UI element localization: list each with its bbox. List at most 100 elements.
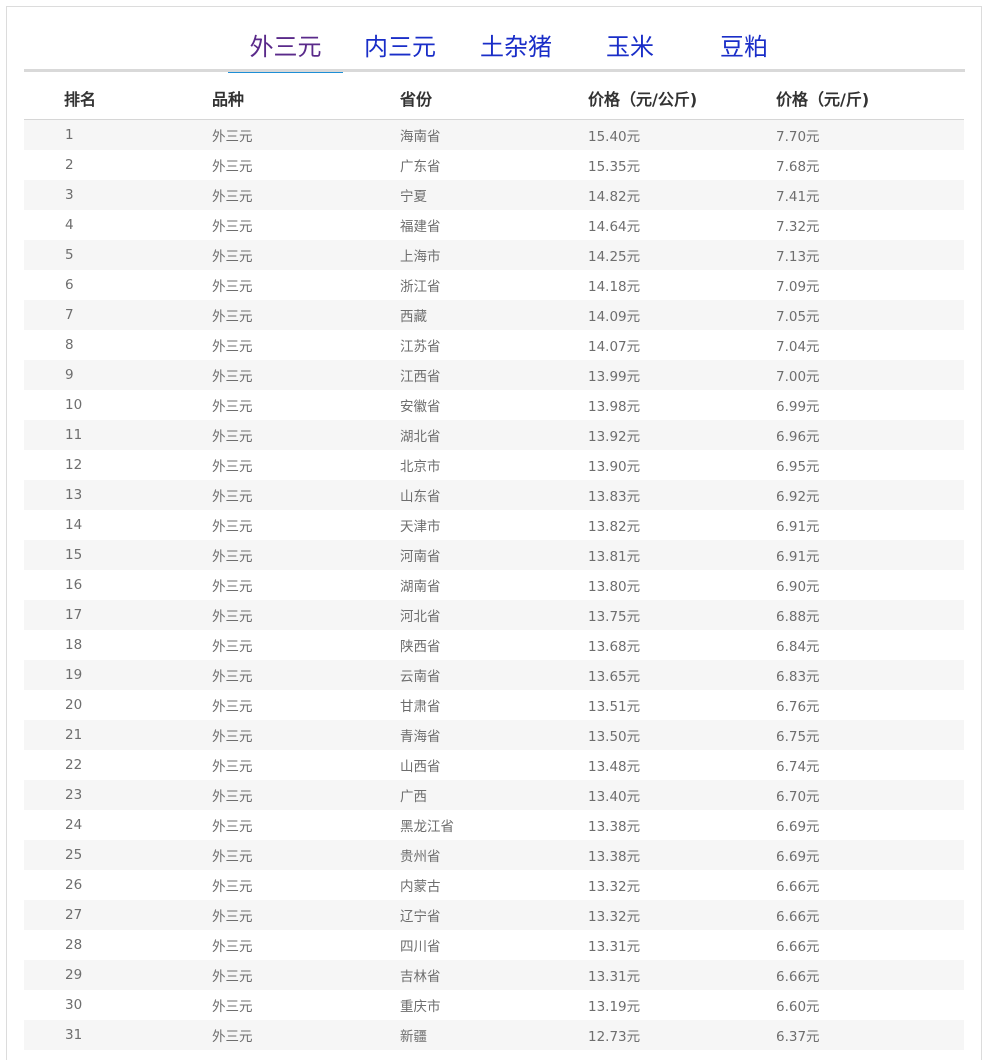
tab-label: 内三元 [364, 33, 436, 61]
tab-yu-mi[interactable]: 玉米 [594, 28, 666, 72]
cell-variety: 外三元 [212, 459, 253, 475]
cell-rank: 6 [65, 277, 74, 293]
cell-rank: 5 [24, 240, 212, 270]
cell-price-per-kg: 14.25元 [588, 240, 776, 270]
cell-price-per-jin: 6.66元 [776, 939, 820, 955]
cell-variety: 外三元 [212, 339, 253, 355]
cell-price-per-kg: 13.50元 [588, 720, 776, 750]
cell-variety: 外三元 [212, 279, 253, 295]
tab-nei-san-yuan[interactable]: 内三元 [354, 28, 446, 72]
cell-price-per-jin: 6.76元 [776, 699, 820, 715]
cell-province: 北京市 [400, 459, 441, 475]
table-row: 21 外三元 青海省 13.50元 6.75元 [24, 720, 964, 750]
table-row: 31 外三元 新疆 12.73元 6.37元 [24, 1020, 964, 1050]
table-row: 19 外三元 云南省 13.65元 6.83元 [24, 660, 964, 690]
cell-price-per-jin: 7.41元 [776, 180, 964, 210]
table-row: 29 外三元 吉林省 13.31元 6.66元 [24, 960, 964, 990]
cell-province: 河南省 [400, 540, 588, 570]
cell-rank: 18 [65, 637, 83, 653]
cell-variety: 外三元 [212, 879, 253, 895]
cell-rank: 19 [24, 660, 212, 690]
cell-variety: 外三元 [212, 159, 253, 175]
cell-price-per-jin: 7.13元 [776, 240, 964, 270]
category-tabs: 外三元 内三元 土杂猪 玉米 豆粕 [24, 22, 965, 73]
table-header-row: 排名 品种 省份 价格（元/公斤) 价格（元/斤) [24, 77, 964, 120]
cell-price-per-jin: 7.09元 [776, 279, 820, 295]
cell-variety: 外三元 [212, 399, 253, 415]
cell-province: 安徽省 [400, 399, 441, 415]
cell-rank: 25 [24, 840, 212, 870]
header-rank: 排名 [24, 77, 212, 120]
cell-price-per-kg: 13.48元 [588, 759, 641, 775]
table-row: 12 外三元 北京市 13.90元 6.95元 [24, 450, 964, 480]
cell-variety: 外三元 [212, 420, 400, 450]
cell-price-per-kg: 14.82元 [588, 180, 776, 210]
cell-price-per-jin: 6.91元 [776, 519, 820, 535]
table-row: 22 外三元 山西省 13.48元 6.74元 [24, 750, 964, 780]
cell-price-per-jin: 7.04元 [776, 339, 820, 355]
tab-tu-za-zhu[interactable]: 土杂猪 [470, 28, 562, 72]
table-row: 6 外三元 浙江省 14.18元 7.09元 [24, 270, 964, 300]
header-price-per-jin: 价格（元/斤) [776, 77, 964, 120]
cell-price-per-kg: 13.40元 [588, 780, 776, 810]
cell-price-per-kg: 15.35元 [588, 159, 641, 175]
cell-rank: 12 [65, 457, 83, 473]
cell-price-per-kg: 13.82元 [588, 519, 641, 535]
cell-province: 广西 [400, 780, 588, 810]
cell-price-per-jin: 6.95元 [776, 459, 820, 475]
cell-price-per-jin: 7.32元 [776, 219, 820, 235]
table-row: 5 外三元 上海市 14.25元 7.13元 [24, 240, 964, 270]
cell-rank: 23 [24, 780, 212, 810]
cell-variety: 外三元 [212, 900, 400, 930]
cell-price-per-kg: 14.64元 [588, 219, 641, 235]
cell-variety: 外三元 [212, 219, 253, 235]
cell-variety: 外三元 [212, 240, 400, 270]
table-row: 2 外三元 广东省 15.35元 7.68元 [24, 150, 964, 180]
cell-province: 湖南省 [400, 579, 441, 595]
cell-rank: 27 [24, 900, 212, 930]
cell-price-per-jin: 6.69元 [776, 840, 964, 870]
cell-province: 天津市 [400, 519, 441, 535]
tab-dou-po[interactable]: 豆粕 [708, 28, 780, 72]
cell-price-per-kg: 13.81元 [588, 540, 776, 570]
table-row: 27 外三元 辽宁省 13.32元 6.66元 [24, 900, 964, 930]
cell-rank: 26 [65, 877, 83, 893]
cell-rank: 31 [24, 1020, 212, 1050]
cell-province: 山东省 [400, 480, 588, 510]
cell-price-per-jin: 6.66元 [776, 879, 820, 895]
table-row: 15 外三元 河南省 13.81元 6.91元 [24, 540, 964, 570]
cell-rank: 17 [24, 600, 212, 630]
cell-price-per-kg: 13.75元 [588, 600, 776, 630]
tabs-divider [24, 69, 965, 72]
cell-province: 内蒙古 [400, 879, 441, 895]
table-row: 16 外三元 湖南省 13.80元 6.90元 [24, 570, 964, 600]
table-row: 24 外三元 黑龙江省 13.38元 6.69元 [24, 810, 964, 840]
cell-variety: 外三元 [212, 720, 400, 750]
cell-price-per-jin: 6.60元 [776, 999, 820, 1015]
table-row: 17 外三元 河北省 13.75元 6.88元 [24, 600, 964, 630]
tab-wai-san-yuan[interactable]: 外三元 [228, 28, 343, 73]
cell-rank: 16 [65, 577, 83, 593]
cell-rank: 14 [65, 517, 83, 533]
cell-province: 浙江省 [400, 279, 441, 295]
cell-variety: 外三元 [212, 600, 400, 630]
cell-price-per-jin: 6.92元 [776, 480, 964, 510]
cell-rank: 13 [24, 480, 212, 510]
cell-price-per-kg: 13.32元 [588, 900, 776, 930]
cell-variety: 外三元 [212, 639, 253, 655]
table-row: 25 外三元 贵州省 13.38元 6.69元 [24, 840, 964, 870]
cell-price-per-jin: 7.68元 [776, 159, 820, 175]
cell-variety: 外三元 [212, 519, 253, 535]
table-row: 1 外三元 海南省 15.40元 7.70元 [24, 119, 964, 150]
cell-province: 青海省 [400, 720, 588, 750]
cell-rank: 9 [24, 360, 212, 390]
cell-price-per-jin: 7.00元 [776, 360, 964, 390]
table-row: 11 外三元 湖北省 13.92元 6.96元 [24, 420, 964, 450]
cell-price-per-kg: 13.99元 [588, 360, 776, 390]
table-row: 8 外三元 江苏省 14.07元 7.04元 [24, 330, 964, 360]
cell-province: 重庆市 [400, 999, 441, 1015]
cell-province: 云南省 [400, 660, 588, 690]
cell-price-per-jin: 7.05元 [776, 300, 964, 330]
cell-variety: 外三元 [212, 780, 400, 810]
cell-price-per-kg: 13.31元 [588, 939, 641, 955]
